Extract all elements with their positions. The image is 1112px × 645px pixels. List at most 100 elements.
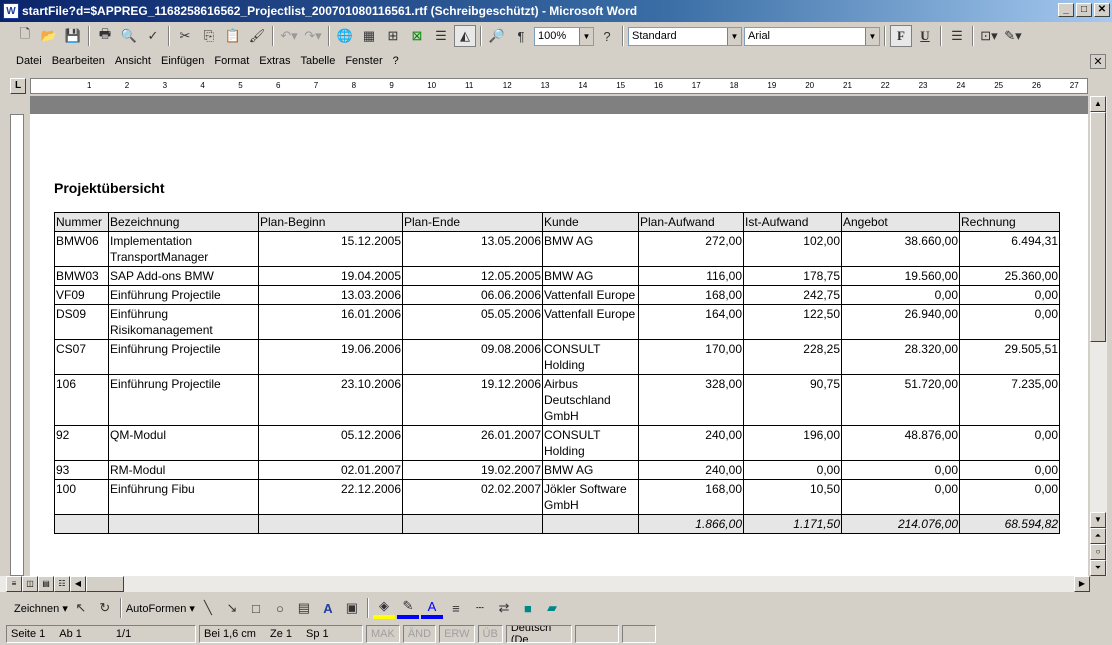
table-cell[interactable]: 23.10.2006 — [258, 374, 403, 426]
table-cell[interactable]: Rechnung — [959, 212, 1060, 232]
table-cell[interactable] — [542, 514, 639, 534]
table-cell[interactable]: 228,25 — [743, 339, 842, 375]
table-cell[interactable]: 272,00 — [638, 231, 744, 267]
line-color-icon[interactable]: ✎ — [396, 597, 419, 619]
table-cell[interactable] — [258, 514, 403, 534]
style-select[interactable]: Standard ▼ — [628, 26, 742, 46]
table-cell[interactable]: 19.02.2007 — [402, 460, 543, 480]
table-cell[interactable]: 214.076,00 — [841, 514, 960, 534]
table-cell[interactable]: CS07 — [54, 339, 109, 375]
table-cell[interactable]: 240,00 — [638, 460, 744, 480]
scroll-down-button[interactable]: ▼ — [1090, 512, 1106, 528]
menu-ansicht[interactable]: Ansicht — [115, 55, 151, 67]
table-cell[interactable]: CONSULT Holding — [542, 425, 639, 461]
table-cell[interactable]: 168,00 — [638, 285, 744, 305]
next-page-button[interactable]: ⏷ — [1090, 560, 1106, 576]
oval-icon[interactable]: ○ — [269, 597, 291, 619]
table-cell[interactable]: 0,00 — [959, 425, 1060, 461]
table-cell[interactable]: CONSULT Holding — [542, 339, 639, 375]
table-cell[interactable]: 178,75 — [743, 266, 842, 286]
table-cell[interactable]: BMW AG — [542, 266, 639, 286]
table-cell[interactable]: BMW AG — [542, 231, 639, 267]
table-cell[interactable]: Airbus Deutschland GmbH — [542, 374, 639, 426]
table-cell[interactable]: 29.505,51 — [959, 339, 1060, 375]
table-cell[interactable]: 242,75 — [743, 285, 842, 305]
draw-menu-button[interactable]: Zeichnen ▾ — [14, 602, 68, 615]
table-cell[interactable]: 12.05.2005 — [402, 266, 543, 286]
insert-picture-icon[interactable]: ▣ — [341, 597, 363, 619]
table-cell[interactable]: Ist-Aufwand — [743, 212, 842, 232]
table-cell[interactable]: 93 — [54, 460, 109, 480]
web-view-button[interactable]: ◫ — [22, 576, 38, 592]
table-cell[interactable]: 122,50 — [743, 304, 842, 340]
scroll-left-button[interactable]: ◀ — [70, 576, 86, 592]
borders-icon[interactable]: ⊡▾ — [978, 25, 1000, 47]
close-document-button[interactable]: ✕ — [1090, 53, 1106, 69]
table-cell[interactable]: SAP Add-ons BMW — [108, 266, 259, 286]
table-cell[interactable]: Einführung Projectile — [108, 339, 259, 375]
table-cell[interactable]: 10,50 — [743, 479, 842, 515]
table-cell[interactable]: 0,00 — [959, 460, 1060, 480]
table-cell[interactable]: 92 — [54, 425, 109, 461]
table-cell[interactable]: 0,00 — [959, 479, 1060, 515]
drawing-icon[interactable]: ◭ — [454, 25, 476, 47]
table-cell[interactable]: 09.08.2006 — [402, 339, 543, 375]
hyperlink-icon[interactable]: 🌐 — [334, 25, 356, 47]
table-cell[interactable]: 0,00 — [743, 460, 842, 480]
maximize-button[interactable]: □ — [1076, 3, 1092, 17]
table-cell[interactable]: Vattenfall Europe — [542, 304, 639, 340]
table-cell[interactable]: 170,00 — [638, 339, 744, 375]
menu-format[interactable]: Format — [214, 55, 249, 67]
save-icon[interactable]: 💾 — [62, 25, 84, 47]
bullets-icon[interactable]: ☰ — [946, 25, 968, 47]
table-cell[interactable]: 25.360,00 — [959, 266, 1060, 286]
status-macro-recorder[interactable]: MAK — [366, 624, 400, 643]
arrow-style-icon[interactable]: ⇄ — [493, 597, 515, 619]
menu-einfuegen[interactable]: Einfügen — [161, 55, 204, 67]
browse-object-button[interactable]: ○ — [1090, 544, 1106, 560]
table-cell[interactable]: 28.320,00 — [841, 339, 960, 375]
table-cell[interactable]: Einführung Risikomanagement — [108, 304, 259, 340]
table-cell[interactable]: 15.12.2005 — [258, 231, 403, 267]
status-overtype[interactable]: ÜB — [477, 624, 503, 643]
line-icon[interactable]: ╲ — [197, 597, 219, 619]
font-select[interactable]: Arial ▼ — [744, 26, 880, 46]
autoshapes-menu-button[interactable]: AutoFormen ▾ — [126, 602, 195, 615]
table-cell[interactable]: 06.06.2006 — [402, 285, 543, 305]
tab-selector-button[interactable]: L — [10, 78, 26, 94]
table-cell[interactable]: 90,75 — [743, 374, 842, 426]
redo-icon[interactable]: ↷▾ — [302, 25, 324, 47]
table-cell[interactable]: 240,00 — [638, 425, 744, 461]
font-color-icon[interactable]: A — [420, 597, 443, 619]
spelling-icon[interactable]: ✓ — [142, 25, 164, 47]
table-cell[interactable]: 68.594,82 — [959, 514, 1060, 534]
status-extend[interactable]: ERW — [439, 624, 475, 643]
table-cell[interactable]: 16.01.2006 — [258, 304, 403, 340]
table-cell[interactable]: BMW AG — [542, 460, 639, 480]
fill-color-icon[interactable]: ◈ — [372, 597, 395, 619]
underline-button[interactable]: U — [914, 25, 936, 47]
table-cell[interactable]: 48.876,00 — [841, 425, 960, 461]
menu-help[interactable]: ? — [393, 55, 399, 67]
insert-table-icon[interactable]: ⊞ — [382, 25, 404, 47]
vertical-ruler[interactable] — [10, 114, 24, 576]
table-cell[interactable]: 19.560,00 — [841, 266, 960, 286]
horizontal-scroll-thumb[interactable] — [86, 576, 124, 592]
minimize-button[interactable]: _ — [1058, 3, 1074, 17]
new-icon[interactable]: 🗋 — [14, 25, 36, 47]
table-cell[interactable]: 1.866,00 — [638, 514, 744, 534]
table-cell[interactable]: 13.03.2006 — [258, 285, 403, 305]
table-cell[interactable]: DS09 — [54, 304, 109, 340]
table-cell[interactable]: Implementation TransportManager — [108, 231, 259, 267]
table-cell[interactable] — [108, 514, 259, 534]
print-icon[interactable]: 🖶 — [94, 25, 116, 47]
table-cell[interactable]: 26.940,00 — [841, 304, 960, 340]
table-cell[interactable]: 13.05.2006 — [402, 231, 543, 267]
scroll-right-button[interactable]: ▶ — [1074, 576, 1090, 592]
cut-icon[interactable]: ✂ — [174, 25, 196, 47]
text-box-icon[interactable]: ▤ — [293, 597, 315, 619]
table-cell[interactable]: 106 — [54, 374, 109, 426]
print-preview-icon[interactable]: 🔍 — [118, 25, 140, 47]
table-cell[interactable]: Plan-Ende — [402, 212, 543, 232]
menu-datei[interactable]: Datei — [16, 55, 42, 67]
